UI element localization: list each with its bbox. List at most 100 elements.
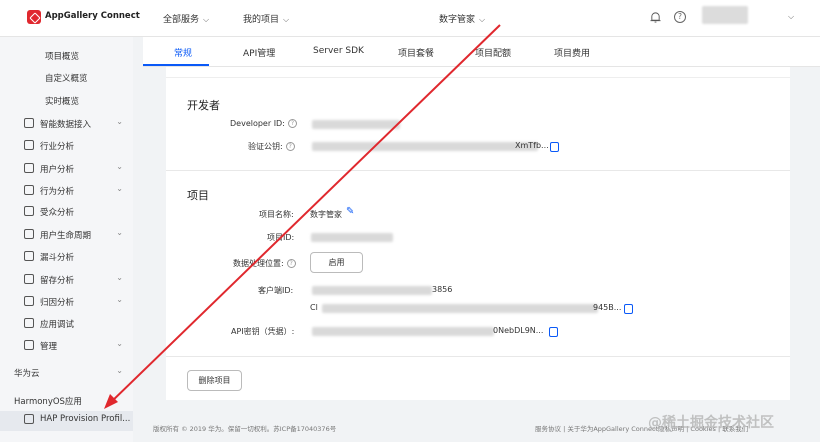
- sidebar-item[interactable]: 受众分析: [0, 203, 133, 223]
- sidebar-item[interactable]: 实时概览: [0, 92, 133, 112]
- help-icon[interactable]: ?: [286, 259, 296, 268]
- sidebar-item[interactable]: 用户生命周期 ⌄: [0, 226, 133, 246]
- chart-bar-icon: [24, 185, 34, 195]
- sidebar-item-label: 智能数据接入: [40, 120, 92, 130]
- sidebar-item[interactable]: 自定义概览: [0, 69, 133, 89]
- chevron-down-icon: ⌄: [116, 366, 123, 375]
- sidebar-item[interactable]: HAP Provision Profil...: [0, 411, 133, 431]
- tab-server-sdk[interactable]: Server SDK: [313, 46, 364, 56]
- delete-project-button[interactable]: 删除项目: [187, 370, 242, 391]
- sidebar-item-label: 项目概览: [45, 52, 80, 62]
- debug-icon: [24, 318, 34, 328]
- tab-api-management[interactable]: API管理: [243, 46, 275, 59]
- tab-project-quota[interactable]: 项目配额: [475, 46, 511, 59]
- audience-icon: [24, 206, 34, 216]
- pubkey-value: [312, 142, 538, 151]
- chevron-down-icon: ⌵: [283, 15, 290, 24]
- sidebar-item-label: 实时概览: [45, 97, 80, 107]
- chevron-down-icon: ⌄: [116, 228, 123, 237]
- enable-location-button[interactable]: 启用: [310, 252, 363, 273]
- tab-project-package[interactable]: 项目套餐: [398, 46, 434, 59]
- client-secret-tail: 945B...: [593, 303, 622, 312]
- data-location-label: 数据处理位置:?: [233, 258, 296, 269]
- sidebar-item-label: 用户生命周期: [40, 231, 92, 241]
- top-bar: AppGallery Connect 全部服务 ⌵ 我的项目 ⌵ 数字管家 ⌵ ? ⌵: [0, 0, 820, 37]
- sidebar-item[interactable]: 智能数据接入 ⌄: [0, 115, 133, 135]
- chevron-down-icon: ⌄: [116, 273, 123, 282]
- copy-icon[interactable]: [550, 142, 559, 152]
- profile-icon: [24, 414, 34, 424]
- project-name-value: 数字管家: [310, 210, 342, 219]
- project-section-title: 项目: [187, 189, 209, 202]
- chevron-down-icon: ⌄: [116, 162, 123, 171]
- copyright-text: 版权所有 © 2019 华为。保留一切权利。苏ICP备17040376号: [153, 425, 337, 433]
- sidebar-item-label: 应用调试: [40, 320, 75, 330]
- users-icon: [24, 229, 34, 239]
- chevron-down-icon: ⌵: [479, 15, 486, 24]
- nav-my-projects[interactable]: 我的项目 ⌵: [243, 12, 289, 25]
- nav-project-selector[interactable]: 数字管家 ⌵: [439, 12, 485, 25]
- help-icon[interactable]: ?: [285, 142, 295, 151]
- sidebar-item[interactable]: 用户分析 ⌄: [0, 160, 133, 180]
- chevron-down-icon[interactable]: ⌵: [788, 12, 794, 22]
- sidebar-item-label: 留存分析: [40, 276, 75, 286]
- tab-bar: 常规 API管理 Server SDK 项目套餐 项目配额 项目费用: [143, 37, 820, 67]
- tab-general[interactable]: 常规: [174, 46, 192, 59]
- chevron-down-icon: ⌄: [116, 295, 123, 304]
- project-id-label: 项目ID:: [267, 233, 295, 242]
- sidebar-item[interactable]: 行业分析: [0, 137, 133, 157]
- appgallery-logo-icon[interactable]: [27, 10, 41, 24]
- nav-all-services[interactable]: 全部服务 ⌵: [163, 12, 209, 25]
- building-icon: [24, 140, 34, 150]
- anchor-icon: [24, 118, 34, 128]
- api-key-label: API密钥（凭据）:: [231, 327, 295, 336]
- brand-name[interactable]: AppGallery Connect: [45, 11, 140, 21]
- sidebar-item[interactable]: 留存分析 ⌄: [0, 271, 133, 291]
- developer-id-label: Developer ID:?: [230, 119, 297, 128]
- sidebar-item-label: 漏斗分析: [40, 253, 75, 263]
- active-tab-indicator: [143, 64, 209, 66]
- chevron-down-icon: ⌄: [116, 117, 123, 126]
- sidebar-item-label: HAP Provision Profil...: [40, 414, 131, 424]
- card-top: [166, 67, 790, 78]
- sidebar-item-label: 自定义概览: [45, 74, 88, 84]
- developer-section-title: 开发者: [187, 99, 220, 112]
- copy-icon[interactable]: [624, 304, 633, 314]
- sidebar-item-label: 管理: [40, 342, 58, 352]
- section-divider: [166, 170, 790, 171]
- funnel-icon: [24, 251, 34, 261]
- sidebar-item-label: 行业分析: [40, 142, 75, 152]
- client-id-label: 客户端ID:: [258, 286, 294, 295]
- help-icon[interactable]: ?: [674, 11, 686, 23]
- sidebar-item[interactable]: 行为分析 ⌄: [0, 182, 133, 202]
- api-key-value: [312, 327, 494, 336]
- sidebar-item[interactable]: 应用调试: [0, 315, 133, 335]
- client-id-tail: 3856: [432, 285, 453, 294]
- user-account[interactable]: [702, 6, 748, 24]
- developer-id-value: [312, 120, 400, 129]
- sidebar-item-label: 归因分析: [40, 298, 75, 308]
- sidebar-item[interactable]: 项目概览: [0, 47, 133, 67]
- sidebar-item[interactable]: 管理 ⌄: [0, 337, 133, 357]
- sidebar-item-label: 用户分析: [40, 165, 75, 175]
- copy-icon[interactable]: [549, 327, 558, 337]
- chevron-down-icon: ⌵: [203, 15, 210, 24]
- sidebar-item[interactable]: HarmonyOS应用: [0, 392, 133, 412]
- sidebar-item[interactable]: 归因分析 ⌄: [0, 293, 133, 313]
- chevron-down-icon: ⌄: [116, 184, 123, 193]
- watermark: @稀土掘金技术社区: [648, 415, 774, 431]
- bell-icon[interactable]: [650, 11, 661, 23]
- sidebar-item-label: 受众分析: [40, 208, 75, 218]
- edit-pencil-icon[interactable]: ✎: [346, 206, 354, 217]
- tab-project-cost[interactable]: 项目费用: [554, 46, 590, 59]
- project-name-label: 项目名称:: [259, 210, 294, 219]
- sidebar-item-label: 行为分析: [40, 187, 75, 197]
- sidebar-item[interactable]: 漏斗分析: [0, 248, 133, 268]
- attribution-icon: [24, 296, 34, 306]
- help-icon[interactable]: ?: [287, 119, 297, 128]
- api-key-tail: 0NebDL9N...: [493, 326, 544, 335]
- sidebar-item[interactable]: 华为云 ⌄: [0, 364, 133, 384]
- pubkey-tail: XmTfb...: [515, 141, 549, 150]
- sidebar-item-label: 华为云: [14, 369, 40, 379]
- client-secret-value: [322, 304, 598, 313]
